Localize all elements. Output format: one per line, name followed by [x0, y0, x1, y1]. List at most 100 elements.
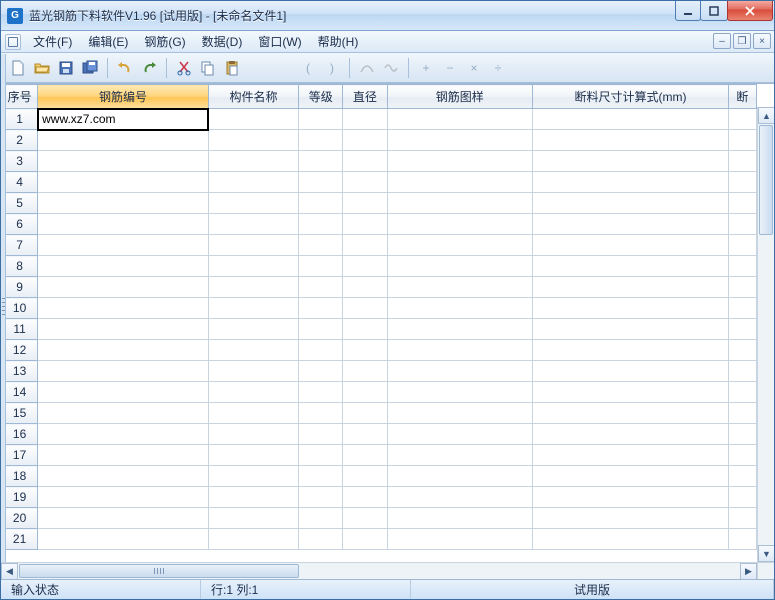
- cell-component[interactable]: [208, 214, 298, 235]
- cell-component[interactable]: [208, 445, 298, 466]
- table-row[interactable]: 21: [2, 529, 757, 550]
- shape-paren-left-button[interactable]: (: [297, 57, 319, 79]
- table-row[interactable]: 2: [2, 130, 757, 151]
- shape-paren-right-button[interactable]: ): [321, 57, 343, 79]
- cell-cut[interactable]: [728, 466, 756, 487]
- data-grid[interactable]: 序号 钢筋编号 构件名称 等级 直径 钢筋图样 断料尺寸计算式(mm) 断 1w…: [1, 84, 757, 550]
- cell-code[interactable]: [38, 172, 209, 193]
- table-row[interactable]: 20: [2, 508, 757, 529]
- cell-diameter[interactable]: [343, 487, 387, 508]
- col-code[interactable]: 钢筋编号: [38, 85, 209, 109]
- row-number[interactable]: 16: [2, 424, 38, 445]
- cell-cut[interactable]: [728, 487, 756, 508]
- cell-component[interactable]: [208, 256, 298, 277]
- cell-code[interactable]: [38, 508, 209, 529]
- cell-cut[interactable]: [728, 445, 756, 466]
- cell-code[interactable]: [38, 277, 209, 298]
- cell-formula[interactable]: [533, 151, 729, 172]
- cell-cut[interactable]: [728, 151, 756, 172]
- cell-pattern[interactable]: [387, 529, 533, 550]
- vertical-scrollbar[interactable]: ▲ ▼: [757, 107, 774, 562]
- cell-pattern[interactable]: [387, 298, 533, 319]
- cell-pattern[interactable]: [387, 214, 533, 235]
- cell-cut[interactable]: [728, 214, 756, 235]
- cell-code[interactable]: [38, 319, 209, 340]
- mdi-close-button[interactable]: ×: [753, 33, 771, 49]
- table-row[interactable]: 4: [2, 172, 757, 193]
- cell-cut[interactable]: [728, 109, 756, 130]
- cell-formula[interactable]: [533, 172, 729, 193]
- table-row[interactable]: 9: [2, 277, 757, 298]
- menu-data[interactable]: 数据(D): [194, 31, 251, 52]
- row-number[interactable]: 19: [2, 487, 38, 508]
- cell-code[interactable]: [38, 256, 209, 277]
- col-formula[interactable]: 断料尺寸计算式(mm): [533, 85, 729, 109]
- table-row[interactable]: 7: [2, 235, 757, 256]
- table-row[interactable]: 12: [2, 340, 757, 361]
- cell-grade[interactable]: [299, 340, 343, 361]
- cell-formula[interactable]: [533, 298, 729, 319]
- cell-component[interactable]: [208, 319, 298, 340]
- row-number[interactable]: 9: [2, 277, 38, 298]
- cell-formula[interactable]: [533, 256, 729, 277]
- cell-diameter[interactable]: [343, 445, 387, 466]
- cell-formula[interactable]: [533, 403, 729, 424]
- cell-diameter[interactable]: [343, 529, 387, 550]
- scroll-up-button[interactable]: ▲: [758, 107, 774, 124]
- table-row[interactable]: 14: [2, 382, 757, 403]
- cell-diameter[interactable]: [343, 277, 387, 298]
- vertical-scroll-thumb[interactable]: [759, 125, 773, 235]
- cell-grade[interactable]: [299, 214, 343, 235]
- undo-button[interactable]: [114, 57, 136, 79]
- titlebar[interactable]: G 蓝光钢筋下料软件V1.96 [试用版] - [未命名文件1]: [1, 1, 774, 31]
- cell-formula[interactable]: [533, 487, 729, 508]
- cell-cut[interactable]: [728, 235, 756, 256]
- cell-code[interactable]: [38, 403, 209, 424]
- cell-component[interactable]: [208, 298, 298, 319]
- cell-diameter[interactable]: [343, 340, 387, 361]
- cell-component[interactable]: [208, 466, 298, 487]
- cell-grade[interactable]: [299, 529, 343, 550]
- menu-window[interactable]: 窗口(W): [250, 31, 309, 52]
- cell-grade[interactable]: [299, 361, 343, 382]
- table-row[interactable]: 13: [2, 361, 757, 382]
- cell-pattern[interactable]: [387, 361, 533, 382]
- cell-diameter[interactable]: [343, 214, 387, 235]
- cell-grade[interactable]: [299, 256, 343, 277]
- table-row[interactable]: 10: [2, 298, 757, 319]
- close-button[interactable]: [727, 1, 773, 21]
- cell-code[interactable]: [38, 487, 209, 508]
- cell-component[interactable]: [208, 193, 298, 214]
- table-row[interactable]: 17: [2, 445, 757, 466]
- cell-code[interactable]: [38, 235, 209, 256]
- cell-diameter[interactable]: [343, 508, 387, 529]
- cell-cut[interactable]: [728, 172, 756, 193]
- row-number[interactable]: 10: [2, 298, 38, 319]
- cell-grade[interactable]: [299, 487, 343, 508]
- paste-button[interactable]: [221, 57, 243, 79]
- cell-component[interactable]: [208, 130, 298, 151]
- row-number[interactable]: 6: [2, 214, 38, 235]
- table-row[interactable]: 3: [2, 151, 757, 172]
- horizontal-scroll-thumb[interactable]: [19, 564, 299, 578]
- cell-pattern[interactable]: [387, 235, 533, 256]
- cell-cut[interactable]: [728, 403, 756, 424]
- cell-pattern[interactable]: [387, 424, 533, 445]
- cell-formula[interactable]: [533, 277, 729, 298]
- cell-pattern[interactable]: [387, 508, 533, 529]
- table-row[interactable]: 6: [2, 214, 757, 235]
- table-row[interactable]: 19: [2, 487, 757, 508]
- cell-pattern[interactable]: [387, 193, 533, 214]
- cell-diameter[interactable]: [343, 151, 387, 172]
- cell-code[interactable]: [38, 382, 209, 403]
- row-number[interactable]: 2: [2, 130, 38, 151]
- row-number[interactable]: 15: [2, 403, 38, 424]
- cell-diameter[interactable]: [343, 298, 387, 319]
- cell-diameter[interactable]: [343, 193, 387, 214]
- cell-grade[interactable]: [299, 130, 343, 151]
- cell-formula[interactable]: [533, 340, 729, 361]
- row-number[interactable]: 4: [2, 172, 38, 193]
- op-plus-button[interactable]: +: [415, 57, 437, 79]
- cell-pattern[interactable]: [387, 340, 533, 361]
- cell-code[interactable]: [38, 466, 209, 487]
